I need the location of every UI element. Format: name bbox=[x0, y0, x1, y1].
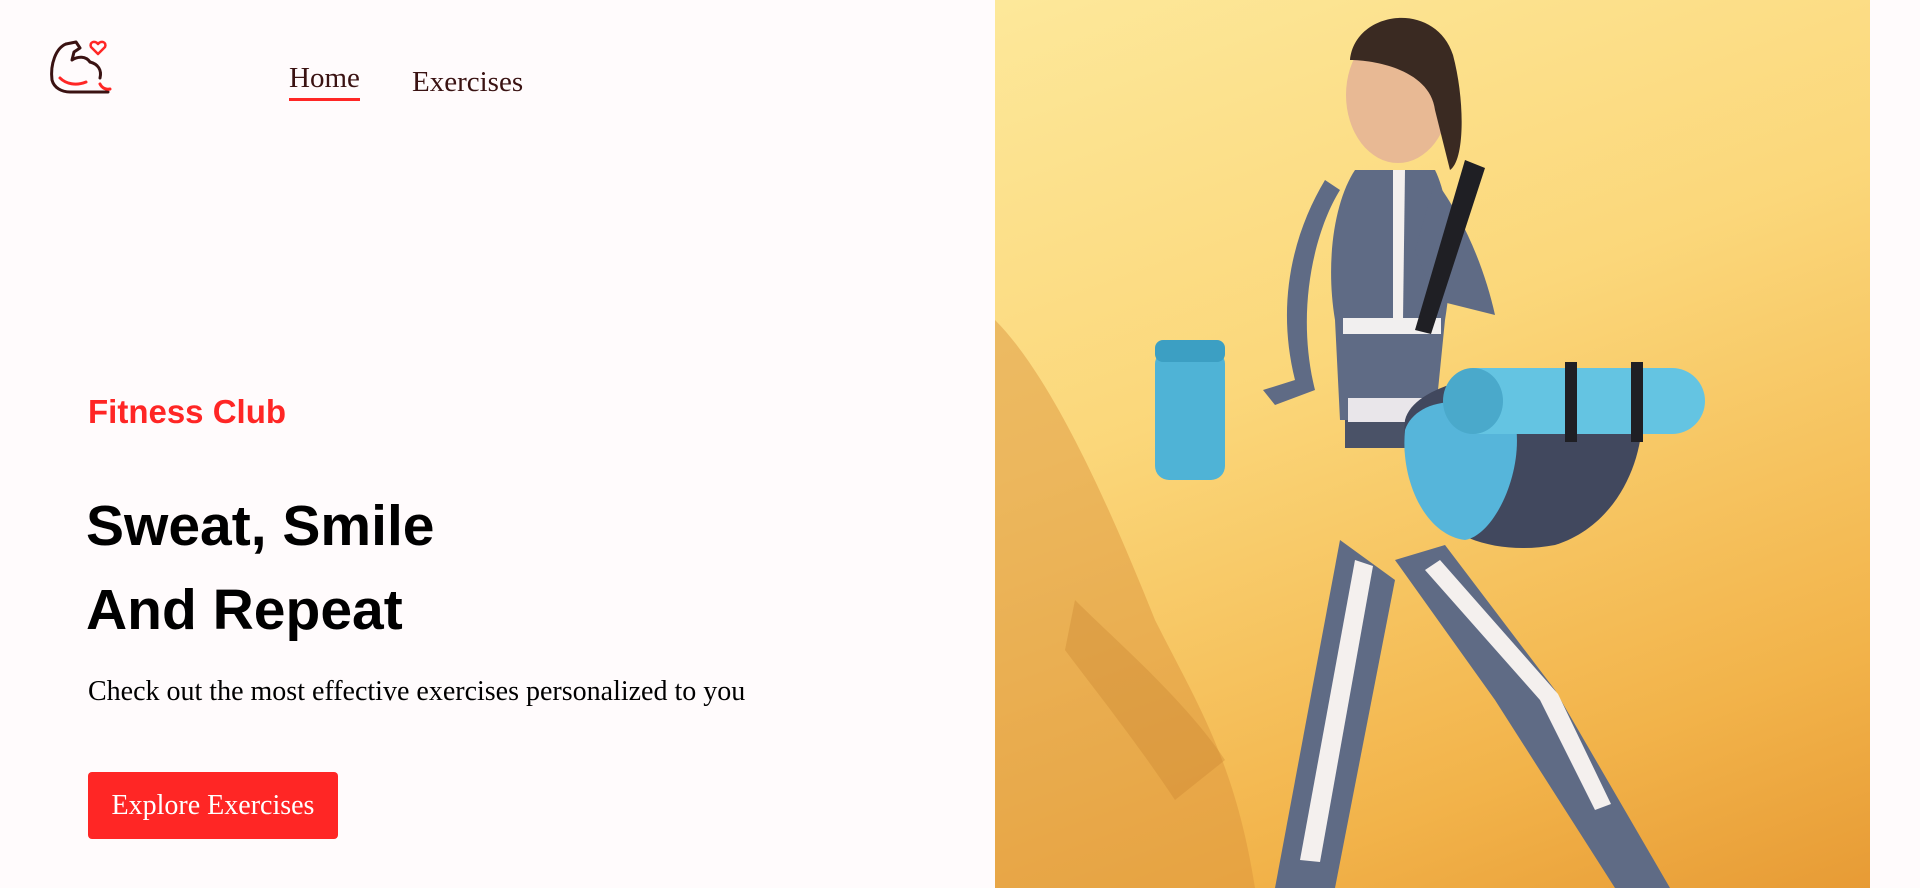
nav-link-home[interactable]: Home bbox=[289, 62, 360, 101]
hero-subtext: Check out the most effective exercises p… bbox=[88, 676, 746, 707]
hero-tagline: Fitness Club bbox=[88, 393, 287, 430]
flexed-bicep-heart-icon[interactable] bbox=[46, 34, 114, 102]
hero-headline-line2: And Repeat bbox=[86, 578, 403, 642]
woman-walking-with-gym-bag-photo bbox=[995, 0, 1870, 888]
logo-svg bbox=[50, 40, 112, 94]
hero-headline: Sweat, Smile And Repeat bbox=[86, 484, 435, 652]
page: Home Exercises Fitness Club Sweat, Smile… bbox=[0, 0, 1920, 888]
explore-exercises-button[interactable]: Explore Exercises bbox=[88, 772, 338, 839]
hero-headline-line1: Sweat, Smile bbox=[86, 494, 435, 558]
navbar: Home Exercises bbox=[0, 0, 990, 130]
nav-link-exercises[interactable]: Exercises bbox=[412, 66, 523, 99]
hero-illustration bbox=[995, 17, 1705, 888]
